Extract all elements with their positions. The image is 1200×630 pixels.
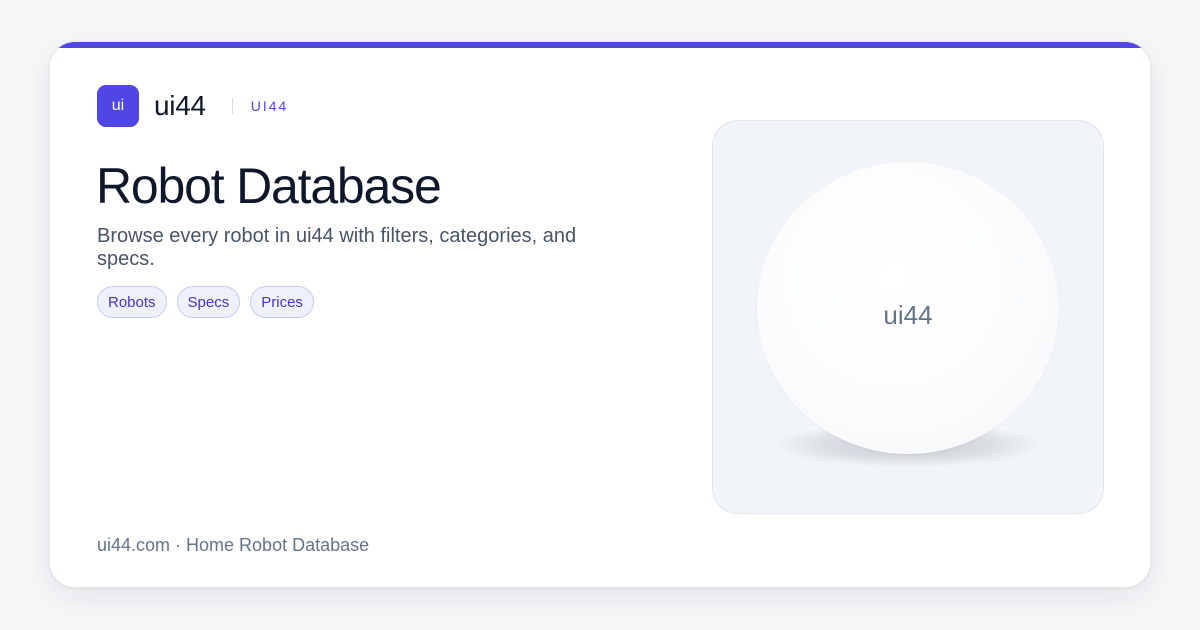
brand-name: ui44 (154, 90, 206, 121)
brand-divider (231, 98, 233, 114)
page-title: Robot Database (96, 158, 442, 214)
logo-badge: ui (97, 85, 139, 127)
brand-header: ui ui44 UI44 (97, 85, 288, 127)
chip-specs: Specs (176, 286, 241, 318)
logo-text: ui (111, 97, 125, 114)
preview-label: ui44 (883, 299, 933, 330)
tag-chip-list: Robots Specs Prices (97, 286, 314, 318)
chip-prices: Prices (250, 286, 314, 318)
footer-url: ui44.com · Home Robot Database (97, 535, 370, 555)
accent-top-bar (50, 42, 1150, 48)
page-subtitle: Browse every robot in ui44 with filters,… (97, 225, 577, 270)
preview-orb: ui44 (757, 162, 1059, 454)
preview-panel: ui44 (712, 120, 1104, 514)
social-card: ui ui44 UI44 Robot Database Browse every… (49, 41, 1151, 588)
brand-tag: UI44 (250, 98, 289, 114)
chip-robots: Robots (97, 286, 167, 318)
